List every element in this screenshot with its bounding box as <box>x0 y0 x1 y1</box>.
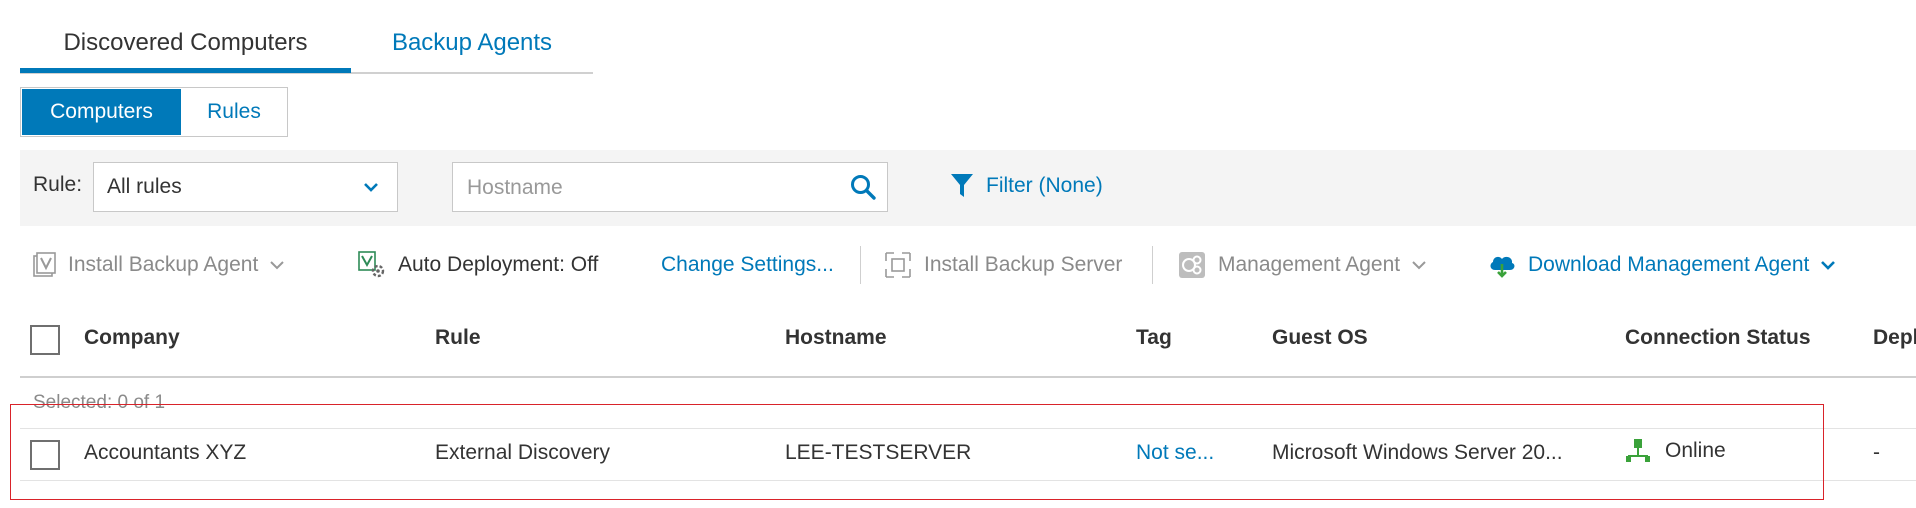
filter-button[interactable]: Filter (None) <box>950 168 1103 204</box>
install-backup-server-label: Install Backup Server <box>924 253 1123 276</box>
column-header-rule[interactable]: Rule <box>435 326 481 350</box>
chevron-down-icon <box>1412 261 1426 270</box>
auto-deployment-label: Auto Deployment: Off <box>398 253 599 276</box>
chevron-down-icon <box>270 261 285 270</box>
top-tabs: Discovered Computers Backup Agents <box>20 18 593 74</box>
backup-server-icon <box>885 252 911 278</box>
install-backup-agent-button[interactable]: Install Backup Agent <box>32 248 286 282</box>
cell-deployment: - <box>1873 441 1880 464</box>
chevron-down-icon <box>364 183 378 192</box>
backup-agent-icon <box>33 252 56 277</box>
filter-icon <box>951 174 973 197</box>
change-settings-link[interactable]: Change Settings... <box>661 248 834 282</box>
rule-select-value: All rules <box>107 175 182 198</box>
install-backup-agent-label: Install Backup Agent <box>68 253 259 276</box>
computers-toggle-button[interactable]: Computers <box>22 89 181 135</box>
search-icon[interactable] <box>849 173 877 201</box>
hostname-input[interactable] <box>465 173 829 203</box>
management-agent-icon <box>1179 252 1205 278</box>
column-header-deployment[interactable]: Depl <box>1873 326 1916 350</box>
column-header-tag[interactable]: Tag <box>1136 326 1172 350</box>
column-header-connection-status[interactable]: Connection Status <box>1625 326 1811 350</box>
filter-label: Filter (None) <box>986 174 1103 197</box>
download-management-agent-label: Download Management Agent <box>1528 253 1810 276</box>
download-management-agent-button[interactable]: Download Management Agent <box>1488 248 1837 282</box>
management-agent-button[interactable]: Management Agent <box>1178 248 1428 282</box>
header-divider <box>20 376 1916 378</box>
tab-backup-agents[interactable]: Backup Agents <box>351 18 593 70</box>
select-all-checkbox[interactable] <box>30 325 60 355</box>
rule-select[interactable]: All rules <box>93 162 398 212</box>
highlight-box <box>10 404 1824 500</box>
install-backup-server-button[interactable]: Install Backup Server <box>884 248 1122 282</box>
management-agent-label: Management Agent <box>1218 253 1401 276</box>
cloud-download-icon <box>1490 256 1515 278</box>
column-header-hostname[interactable]: Hostname <box>785 326 887 350</box>
rules-toggle-button[interactable]: Rules <box>181 89 287 135</box>
column-header-guest-os[interactable]: Guest OS <box>1272 326 1368 350</box>
auto-deployment-icon <box>358 251 385 278</box>
tab-discovered-computers[interactable]: Discovered Computers <box>20 18 351 73</box>
toolbar-divider <box>860 246 861 284</box>
rule-label: Rule: <box>33 173 83 196</box>
hostname-search-field[interactable] <box>452 162 888 212</box>
column-header-company[interactable]: Company <box>84 326 180 350</box>
toolbar-divider <box>1152 246 1153 284</box>
chevron-down-icon <box>1821 261 1836 270</box>
view-toggle: Computers Rules <box>20 87 288 137</box>
auto-deployment-status[interactable]: Auto Deployment: Off <box>358 248 598 282</box>
